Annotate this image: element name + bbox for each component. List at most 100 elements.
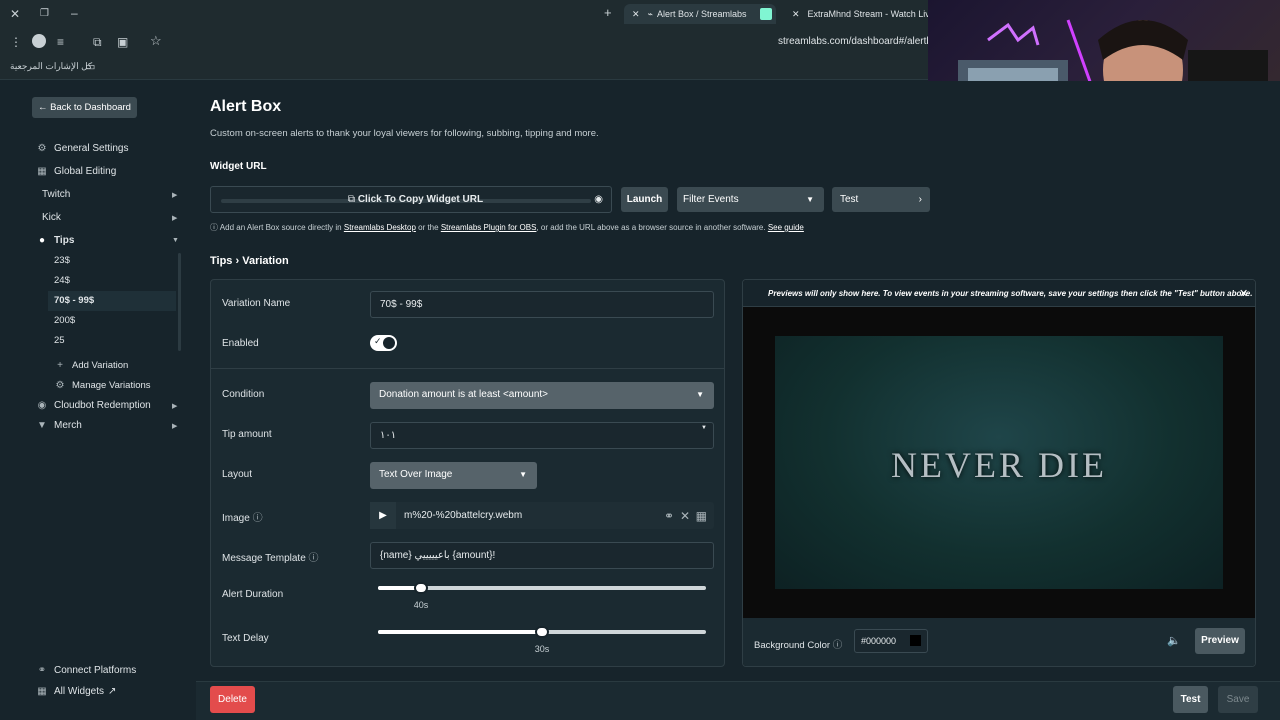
menu-icon[interactable]: ⋮ xyxy=(10,35,22,49)
grid-icon[interactable]: ▦ xyxy=(696,509,707,523)
media-icon[interactable]: ▣ xyxy=(117,35,128,49)
check-icon: ✓ xyxy=(374,336,382,346)
breadcrumb-tips[interactable]: Tips xyxy=(210,255,232,267)
extension-icon[interactable] xyxy=(32,34,46,48)
enabled-toggle[interactable]: ✓ xyxy=(370,335,397,351)
caret-right-icon: ▶ xyxy=(172,423,178,430)
restore-window-icon[interactable]: ❐ xyxy=(40,7,49,21)
close-icon[interactable]: ✕ xyxy=(1239,287,1248,300)
launch-button[interactable]: Launch xyxy=(621,187,668,212)
variation-name-label: Variation Name xyxy=(222,298,291,309)
file-video-icon[interactable]: ▶ xyxy=(370,502,396,529)
tab-alert-box[interactable]: ✕ ⌁ Alert Box / Streamlabs xyxy=(624,4,776,24)
preview-controls: Background Color ⓘ #000000 🔈 Preview xyxy=(743,618,1255,666)
sidebar-item-cloudbot[interactable]: ◉ Cloudbot Redemption xyxy=(36,396,151,416)
variation-name-input[interactable]: 70$ - 99$ xyxy=(370,291,714,318)
sidebar-item-general-settings[interactable]: ⚙ General Settings xyxy=(36,139,129,159)
sidebar-variation-item[interactable]: 200$ xyxy=(54,311,75,331)
page-title: Alert Box xyxy=(210,98,282,115)
caret-right-icon: ▶ xyxy=(172,403,178,410)
caret-right-icon: ▶ xyxy=(172,192,178,199)
delete-button[interactable]: Delete xyxy=(210,686,255,713)
sidebar-item-merch[interactable]: ▼ Merch xyxy=(36,416,82,436)
background-color-input[interactable]: #000000 xyxy=(854,629,928,653)
caret-down-icon: ▼ xyxy=(172,237,179,244)
puzzle-icon[interactable]: ⧉ xyxy=(93,35,102,49)
sidebar-all-widgets[interactable]: ▦ All Widgets ↗ xyxy=(36,682,116,702)
sidebar-item-kick[interactable]: Kick xyxy=(42,208,61,228)
sidebar-item-label: Merch xyxy=(54,420,82,431)
url-text[interactable]: streamlabs.com/dashboard#/alertbo xyxy=(778,36,938,47)
sidebar-item-tips[interactable]: ● Tips xyxy=(36,231,74,251)
alert-duration-label: Alert Duration xyxy=(222,589,284,600)
sidebar-variation-item-active[interactable]: 70$ - 99$ xyxy=(54,291,94,311)
volume-icon[interactable]: 🔈 xyxy=(1167,634,1181,647)
preview-panel: Previews will only show here. To view ev… xyxy=(742,279,1256,667)
close-tab-icon[interactable]: ✕ xyxy=(632,9,640,19)
close-window-icon[interactable]: ✕ xyxy=(10,7,20,21)
info-icon[interactable]: ⓘ xyxy=(309,553,319,564)
background-color-label-text: Background Color xyxy=(754,640,831,651)
minimize-window-icon[interactable]: – xyxy=(71,6,78,20)
see-guide-link[interactable]: See guide xyxy=(768,223,804,232)
message-template-input[interactable]: {name} باعيييييي {amount}! xyxy=(370,542,714,569)
clear-icon[interactable]: ✕ xyxy=(680,509,690,523)
preview-video: NEVER DIE xyxy=(775,336,1223,589)
slider-handle[interactable] xyxy=(414,582,428,594)
preview-notice: Previews will only show here. To view ev… xyxy=(768,289,1253,298)
new-tab-icon[interactable]: + xyxy=(604,6,612,20)
chevron-right-icon: › xyxy=(918,194,922,205)
streamlabs-desktop-link[interactable]: Streamlabs Desktop xyxy=(344,223,416,232)
sidebar-variation-item[interactable]: 23$ xyxy=(54,251,70,271)
slider-fill xyxy=(378,630,542,634)
text-delay-value: 30s xyxy=(534,644,550,654)
sidebar-item-twitch[interactable]: Twitch xyxy=(42,185,70,205)
color-swatch[interactable] xyxy=(910,635,921,646)
back-to-dashboard-button[interactable]: ← Back to Dashboard xyxy=(32,97,137,118)
sidebar-item-global-editing[interactable]: ▦ Global Editing xyxy=(36,162,116,182)
list-icon[interactable]: ≡ xyxy=(57,35,64,49)
sidebar-variation-item[interactable]: 24$ xyxy=(54,271,70,291)
layout-value: Text Over Image xyxy=(379,469,453,480)
tip-amount-input[interactable]: ١٠١ ▲▼ xyxy=(370,422,714,449)
save-button[interactable]: Save xyxy=(1218,686,1258,713)
sidebar-item-label: Twitch xyxy=(42,189,71,200)
folder-icon: ▭ xyxy=(85,61,96,73)
info-icon[interactable]: ⓘ xyxy=(833,640,843,651)
text-delay-slider[interactable]: 30s xyxy=(378,626,706,654)
info-icon[interactable]: ⓘ xyxy=(253,513,263,524)
filter-events-dropdown[interactable]: Filter Events ▼ xyxy=(677,187,824,212)
arrow-left-icon: ← xyxy=(38,102,48,113)
bookmark-star-icon[interactable]: ☆ xyxy=(150,34,162,48)
link-icon[interactable]: ⚭ xyxy=(664,509,674,523)
manage-variations-label: Manage Variations xyxy=(72,380,151,391)
widget-url-label: Widget URL xyxy=(210,161,267,172)
alert-duration-slider[interactable]: 40s xyxy=(378,582,706,610)
stepper-icon[interactable]: ▲▼ xyxy=(701,423,707,432)
sidebar-connect-platforms[interactable]: ⚭ Connect Platforms xyxy=(36,661,136,681)
condition-select[interactable]: Donation amount is at least <amount> ▼ xyxy=(370,382,714,409)
image-field[interactable]: ▶ m%20-%20battelcry.webm ⚭ ✕ ▦ xyxy=(370,502,714,529)
manage-variations-button[interactable]: ⚙ Manage Variations xyxy=(54,376,151,396)
eye-icon[interactable]: ◉ xyxy=(594,187,603,212)
divider xyxy=(211,368,724,369)
obs-plugin-link[interactable]: Streamlabs Plugin for OBS xyxy=(441,223,537,232)
preview-button[interactable]: Preview xyxy=(1195,628,1245,654)
variations-scrollbar[interactable] xyxy=(178,253,181,351)
test-button[interactable]: Test xyxy=(1173,686,1208,713)
info-prefix: Add an Alert Box source directly in xyxy=(219,223,342,232)
main-content: Alert Box Custom on-screen alerts to tha… xyxy=(196,81,1280,720)
widget-url-field[interactable]: ⧉ Click To Copy Widget URL ◉ xyxy=(210,186,612,213)
add-variation-button[interactable]: + Add Variation xyxy=(54,356,128,376)
slider-handle[interactable] xyxy=(535,626,549,638)
all-bookmarks-label[interactable]: كل الإشارات المرجعية xyxy=(10,61,92,72)
sidebar-item-label: General Settings xyxy=(54,143,129,154)
sidebar-item-label: Tips xyxy=(54,235,75,246)
close-tab-icon[interactable]: ✕ xyxy=(792,9,800,19)
test-dropdown[interactable]: Test › xyxy=(832,187,930,212)
layout-select[interactable]: Text Over Image ▼ xyxy=(370,462,537,489)
tab-extramhnd[interactable]: ✕ ExtraMhnd Stream - Watch Live xyxy=(784,4,928,24)
sidebar-variation-item[interactable]: 25 xyxy=(54,331,65,351)
bot-icon: ◉ xyxy=(37,400,47,411)
sidebar-item-label: Cloudbot Redemption xyxy=(54,400,151,411)
